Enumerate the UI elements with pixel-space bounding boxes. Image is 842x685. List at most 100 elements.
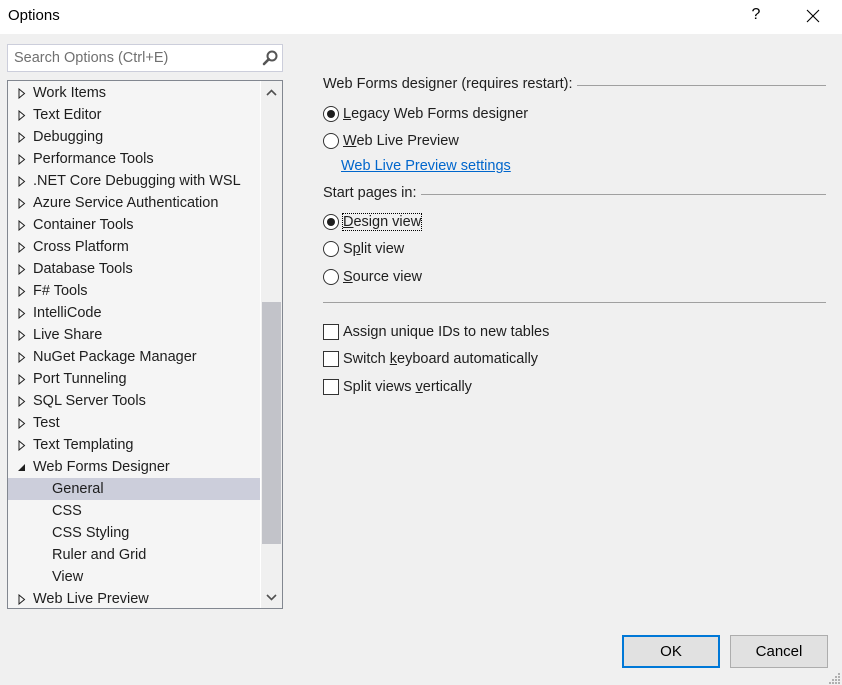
help-button[interactable]: ? — [741, 0, 771, 32]
expand-triangle-icon[interactable] — [17, 176, 27, 187]
group-divider — [576, 84, 826, 86]
tree-item[interactable]: SQL Server Tools — [8, 390, 260, 412]
radio-button[interactable] — [323, 133, 339, 149]
web-live-preview-settings-link[interactable]: Web Live Preview settings — [341, 158, 511, 174]
start-group-label: Start pages in: — [323, 185, 417, 201]
expand-triangle-icon[interactable] — [17, 110, 27, 121]
cancel-button[interactable]: Cancel — [730, 635, 828, 668]
tree-item[interactable]: View — [8, 566, 260, 588]
checkbox-label: Assign unique IDs to new tables — [343, 324, 550, 340]
tree-item[interactable]: Database Tools — [8, 258, 260, 280]
chevron-up-icon — [266, 88, 277, 96]
tree-item[interactable]: F# Tools — [8, 280, 260, 302]
tree-item-label: Performance Tools — [33, 151, 154, 167]
checkbox-label: Switch keyboard automatically — [343, 351, 539, 367]
checkbox[interactable] — [323, 379, 339, 395]
tree-item[interactable]: Cross Platform — [8, 236, 260, 258]
radio-button[interactable] — [323, 214, 339, 230]
tree-item[interactable]: .NET Core Debugging with WSL — [8, 170, 260, 192]
checkbox-assign-unique-ids[interactable]: Assign unique IDs to new tables — [323, 322, 549, 342]
tree-item[interactable]: IntelliCode — [8, 302, 260, 324]
scroll-up-button[interactable] — [261, 81, 282, 103]
expand-triangle-icon[interactable] — [17, 242, 27, 253]
close-button[interactable] — [796, 0, 830, 32]
tree-item[interactable]: Work Items — [8, 82, 260, 104]
checkbox[interactable] — [323, 324, 339, 340]
tree-item-label: Azure Service Authentication — [33, 195, 219, 211]
start-group-header: Start pages in: — [323, 185, 826, 201]
expand-triangle-icon[interactable] — [17, 308, 27, 319]
tree-item-label: Debugging — [33, 129, 104, 145]
checkbox-split-views-vertically[interactable]: Split views vertically — [323, 377, 472, 397]
tree-item[interactable]: Azure Service Authentication — [8, 192, 260, 214]
tree-item[interactable]: Web Forms Designer — [8, 456, 260, 478]
tree-item-label: .NET Core Debugging with WSL — [33, 173, 241, 189]
window-title: Options — [8, 7, 60, 24]
expand-triangle-icon[interactable] — [17, 374, 27, 385]
radio-button[interactable] — [323, 106, 339, 122]
tree-item[interactable]: NuGet Package Manager — [8, 346, 260, 368]
expand-triangle-icon[interactable] — [17, 440, 27, 451]
tree-item[interactable]: Web Live Preview — [8, 588, 260, 608]
expand-triangle-icon[interactable] — [17, 132, 27, 143]
search-box — [7, 44, 283, 72]
scroll-down-button[interactable] — [261, 586, 282, 608]
expand-triangle-icon[interactable] — [17, 198, 27, 209]
tree-item[interactable]: Text Editor — [8, 104, 260, 126]
search-input[interactable] — [8, 45, 253, 71]
expand-triangle-icon[interactable] — [17, 264, 27, 275]
tree-item[interactable]: CSS Styling — [8, 522, 260, 544]
expand-triangle-icon[interactable] — [17, 352, 27, 363]
radio-web-live-preview[interactable]: Web Live Preview — [323, 131, 459, 151]
tree-item[interactable]: Port Tunneling — [8, 368, 260, 390]
designer-group-label: Web Forms designer (requires restart): — [323, 76, 573, 92]
tree-item[interactable]: Debugging — [8, 126, 260, 148]
tree-item[interactable]: Text Templating — [8, 434, 260, 456]
checkbox-label: Split views vertically — [343, 379, 472, 395]
tree-item[interactable]: Ruler and Grid — [8, 544, 260, 566]
expand-triangle-icon[interactable] — [17, 396, 27, 407]
expand-triangle-icon[interactable] — [17, 154, 27, 165]
radio-source-view[interactable]: Source view — [323, 267, 422, 287]
tree-item-label: Test — [33, 415, 60, 431]
tree-item-label: Text Templating — [33, 437, 134, 453]
radio-legacy-designer[interactable]: Legacy Web Forms designer — [323, 104, 528, 124]
search-icon[interactable] — [261, 49, 279, 67]
tree-item-label: Web Forms Designer — [33, 459, 170, 475]
tree-item[interactable]: Container Tools — [8, 214, 260, 236]
radio-split-view[interactable]: Split view — [323, 239, 404, 259]
checkbox-switch-keyboard[interactable]: Switch keyboard automatically — [323, 349, 538, 369]
radio-button[interactable] — [323, 269, 339, 285]
tree-item-label: Cross Platform — [33, 239, 129, 255]
expand-triangle-icon[interactable] — [17, 88, 27, 99]
tree-item-label: CSS — [52, 503, 82, 519]
expand-triangle-icon[interactable] — [17, 220, 27, 231]
tree-item-label: Ruler and Grid — [52, 547, 147, 563]
tree-item[interactable]: Performance Tools — [8, 148, 260, 170]
expand-triangle-icon[interactable] — [17, 330, 27, 341]
tree-item-label: Text Editor — [33, 107, 102, 123]
checkbox[interactable] — [323, 351, 339, 367]
tree-item-label: SQL Server Tools — [33, 393, 146, 409]
radio-button[interactable] — [323, 241, 339, 257]
radio-label: Web Live Preview — [343, 133, 459, 149]
tree-list: Work Items Text Editor Debugging Performanc… — [8, 82, 260, 608]
tree-scrollbar[interactable] — [260, 81, 282, 608]
chevron-down-icon — [266, 593, 277, 601]
expand-triangle-icon[interactable] — [17, 286, 27, 297]
ok-button[interactable]: OK — [622, 635, 720, 668]
tree-item-label: Database Tools — [33, 261, 133, 277]
expand-triangle-icon[interactable] — [17, 594, 27, 605]
tree-item[interactable]: CSS — [8, 500, 260, 522]
scroll-thumb[interactable] — [262, 302, 281, 544]
tree-item-label: Web Live Preview — [33, 591, 149, 607]
tree-item[interactable]: Live Share — [8, 324, 260, 346]
tree-item[interactable]: General — [8, 478, 260, 500]
collapse-triangle-icon[interactable] — [17, 462, 27, 473]
radio-label: Design view — [341, 213, 423, 231]
tree-item[interactable]: Test — [8, 412, 260, 434]
radio-design-view[interactable]: Design view — [323, 212, 423, 232]
expand-triangle-icon[interactable] — [17, 418, 27, 429]
options-tree: Work Items Text Editor Debugging Performanc… — [7, 80, 283, 609]
resize-grip-icon[interactable] — [829, 672, 841, 684]
